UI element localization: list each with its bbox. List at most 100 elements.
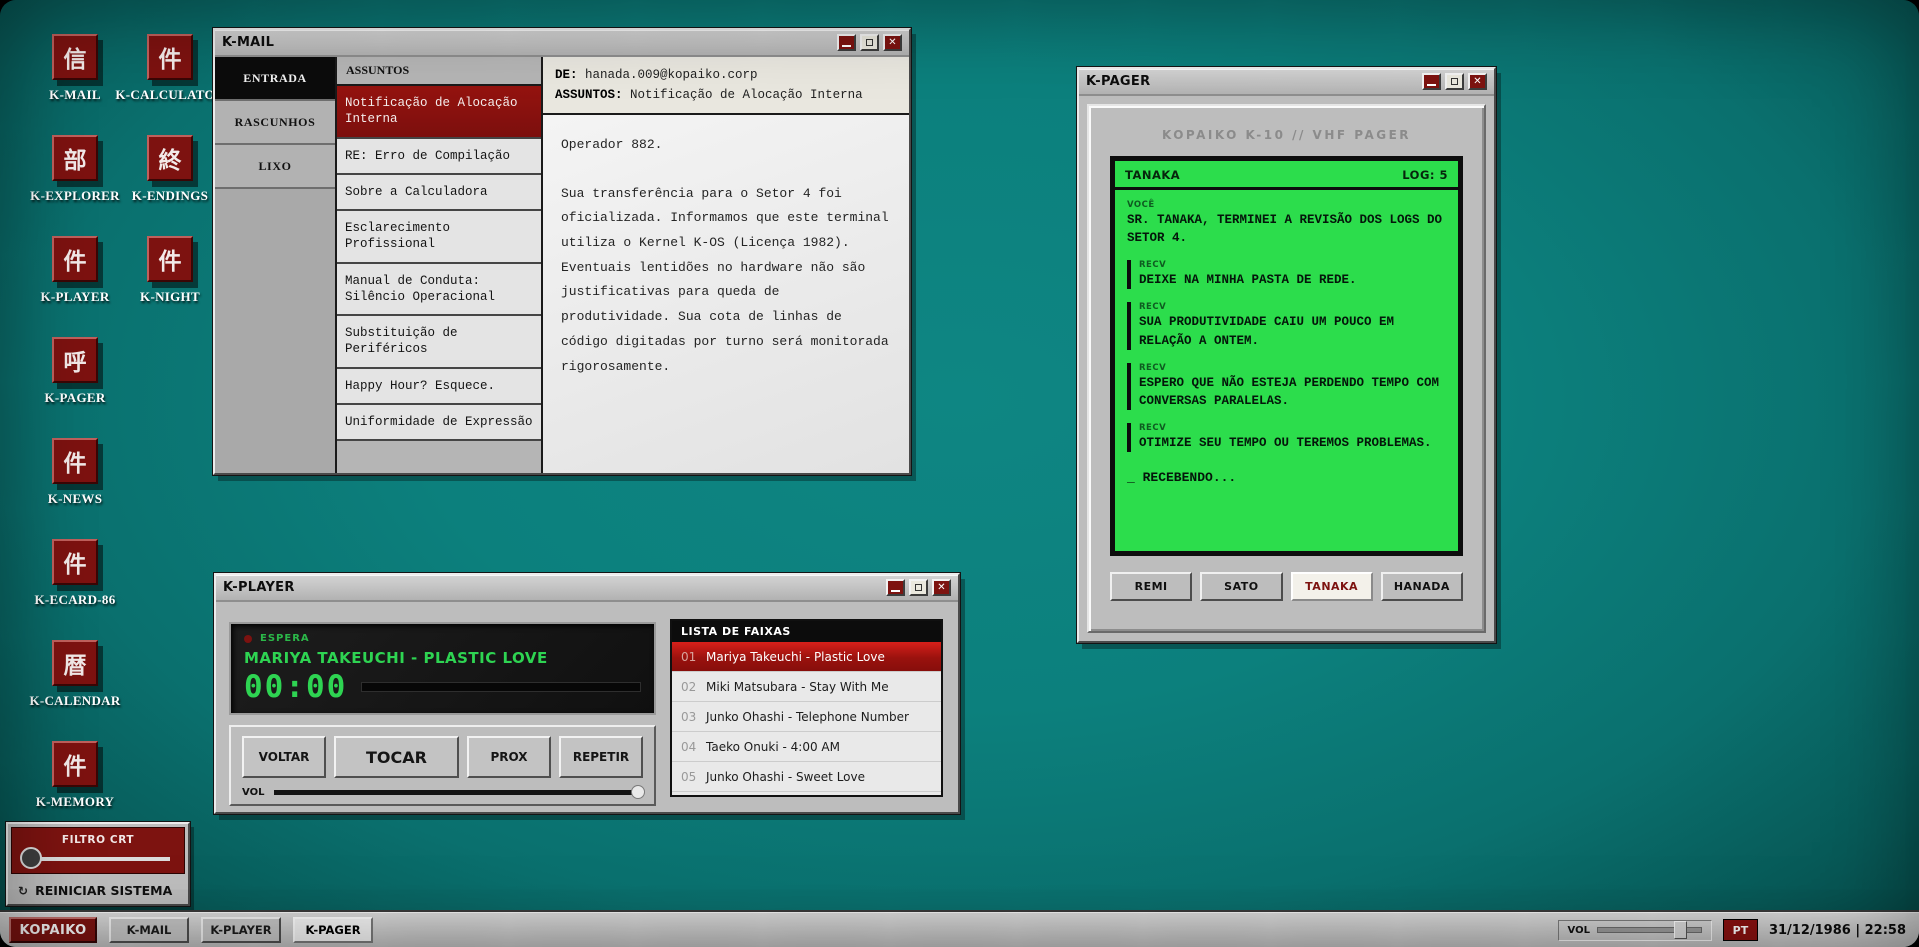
next-button[interactable]: PROX — [467, 736, 551, 778]
desktop-icon-kecard86[interactable]: 件 K-ECARD-86 — [15, 539, 135, 608]
language-badge[interactable]: PT — [1722, 919, 1758, 941]
system-volume-slider[interactable] — [1596, 921, 1702, 939]
play-button[interactable]: TOCAR — [334, 736, 459, 778]
mail-subject-item[interactable]: Manual de Conduta: Silêncio Operacional — [337, 263, 541, 316]
back-button[interactable]: VOLTAR — [242, 736, 326, 778]
contact-button-hanada[interactable]: HANADA — [1380, 572, 1463, 601]
icon-label: K-MEMORY — [35, 794, 115, 809]
kplayer-titlebar[interactable]: K-PLAYER ✕ — [216, 575, 958, 602]
subject-value: Notificação de Alocação Interna — [630, 88, 863, 102]
taskbar-item-kplayer[interactable]: K-PLAYER — [201, 917, 281, 943]
maximize-button[interactable] — [860, 34, 879, 51]
crt-filter-slider[interactable] — [26, 857, 170, 861]
kecard86-app-icon[interactable]: 件 — [52, 539, 98, 585]
close-button[interactable]: ✕ — [883, 34, 902, 51]
icon-label: K-CALENDAR — [29, 693, 121, 708]
contact-button-remi[interactable]: REMI — [1110, 572, 1193, 601]
player-display: ESPERA MARIYA TAKEUCHI - PLASTIC LOVE 00… — [229, 622, 656, 715]
mail-subject-list: ASSUNTOS Notificação de Alocação Interna… — [337, 57, 543, 473]
window-title: K-PLAYER — [223, 580, 295, 595]
volume-slider[interactable] — [274, 785, 645, 799]
desktop-icon-kendings[interactable]: 終 K-ENDINGS — [110, 135, 230, 204]
subject-label: ASSUNTOS: — [555, 88, 623, 102]
minimize-button[interactable] — [837, 34, 856, 51]
mail-subject-item[interactable]: Happy Hour? Esquece. — [337, 368, 541, 405]
volume-slider-handle[interactable] — [631, 785, 645, 799]
knews-app-icon[interactable]: 件 — [52, 438, 98, 484]
crt-filter-slider-handle[interactable] — [20, 847, 42, 869]
progress-bar[interactable] — [361, 682, 641, 692]
desktop-icon-kcalendar[interactable]: 暦 K-CALENDAR — [15, 640, 135, 709]
desktop-icon-knight[interactable]: 件 K-NIGHT — [110, 236, 230, 305]
folder-entrada[interactable]: ENTRADA — [215, 57, 335, 101]
track-number: 05 — [681, 769, 697, 784]
pager-contact-name: TANAKA — [1125, 168, 1181, 182]
kpager-titlebar[interactable]: K-PAGER ✕ — [1079, 69, 1494, 96]
track-row[interactable]: 04 Taeko Onuki - 4:00 AM — [672, 732, 941, 762]
desktop-icon-kcalculator[interactable]: 件 K-CALCULATOR — [110, 34, 230, 103]
track-title: Taeko Onuki - 4:00 AM — [706, 739, 840, 754]
message-text: OTIMIZE SEU TEMPO OU TEREMOS PROBLEMAS. — [1139, 435, 1432, 450]
mail-reading-pane: DE: hanada.009@kopaiko.corp ASSUNTOS: No… — [543, 57, 909, 473]
track-row[interactable]: 01 Mariya Takeuchi - Plastic Love — [672, 642, 941, 672]
kmemory-app-icon[interactable]: 件 — [52, 741, 98, 787]
system-volume-label: VOL — [1567, 924, 1590, 936]
kmail-app-icon[interactable]: 信 — [52, 34, 98, 80]
minimize-button[interactable] — [1422, 73, 1441, 90]
standby-indicator-icon — [244, 634, 252, 643]
mail-subject-item[interactable]: Uniformidade de Expressão — [337, 404, 541, 441]
from-label: DE: — [555, 68, 578, 82]
kexplorer-app-icon[interactable]: 部 — [52, 135, 98, 181]
track-row[interactable]: 03 Junko Ohashi - Telephone Number — [672, 702, 941, 732]
contact-button-tanaka[interactable]: TANAKA — [1290, 572, 1373, 601]
start-button[interactable]: KOPAIKO — [9, 917, 97, 943]
knight-app-icon[interactable]: 件 — [147, 236, 193, 282]
taskbar-item-kpager[interactable]: K-PAGER — [293, 917, 373, 943]
kpager-window: K-PAGER ✕ KOPAIKO K-10 // VHF PAGER TANA… — [1076, 66, 1497, 644]
mail-subject-item[interactable]: Esclarecimento Profissional — [337, 211, 541, 264]
desktop-icon-kpager[interactable]: 呼 K-PAGER — [15, 337, 135, 406]
elapsed-time: 00:00 — [244, 669, 348, 705]
maximize-button[interactable] — [909, 579, 928, 596]
pager-message: RECV DEIXE NA MINHA PASTA DE REDE. — [1127, 260, 1446, 290]
message-sender-tag: RECV — [1139, 302, 1167, 313]
folder-rascunhos[interactable]: RASCUNHOS — [215, 101, 335, 145]
mail-paragraph: Sua transferência para o Setor 4 foi ofi… — [561, 185, 889, 374]
message-sender-tag: RECV — [1139, 422, 1167, 433]
close-button[interactable]: ✕ — [932, 579, 951, 596]
track-row[interactable]: 02 Miki Matsubara - Stay With Me — [672, 672, 941, 702]
system-volume-handle[interactable] — [1674, 921, 1688, 939]
contact-button-sato[interactable]: SATO — [1200, 572, 1283, 601]
restart-label: REINICIAR SISTEMA — [35, 883, 173, 898]
desktop-icon-knews[interactable]: 件 K-NEWS — [15, 438, 135, 507]
kplayer-app-icon[interactable]: 件 — [52, 236, 98, 282]
mail-body: Operador 882. Sua transferência para o S… — [543, 115, 909, 473]
desktop-icon-kmemory[interactable]: 件 K-MEMORY — [15, 741, 135, 810]
close-button[interactable]: ✕ — [1468, 73, 1487, 90]
crt-filter-title: FILTRO CRT — [61, 834, 135, 846]
restart-system-button[interactable]: ↻ REINICIAR SISTEMA — [8, 877, 188, 904]
kcalculator-app-icon[interactable]: 件 — [147, 34, 193, 80]
minimize-button[interactable] — [886, 579, 905, 596]
track-number: 04 — [681, 739, 697, 754]
kmail-titlebar[interactable]: K-MAIL ✕ — [215, 30, 909, 57]
repeat-button[interactable]: REPETIR — [559, 736, 643, 778]
track-number: 01 — [681, 649, 697, 664]
pager-message: RECV ESPERO QUE NÃO ESTEJA PERDENDO TEMP… — [1127, 362, 1446, 410]
maximize-button[interactable] — [1445, 73, 1464, 90]
kendings-app-icon[interactable]: 終 — [147, 135, 193, 181]
track-row[interactable]: 05 Junko Ohashi - Sweet Love — [672, 762, 941, 792]
crt-filter-panel: FILTRO CRT ↻ REINICIAR SISTEMA — [5, 821, 191, 907]
mail-subject-item[interactable]: Substituição de Periféricos — [337, 316, 541, 369]
kcalendar-app-icon[interactable]: 暦 — [52, 640, 98, 686]
pager-receiving-status: _ RECEBENDO... — [1127, 470, 1237, 485]
folder-lixo[interactable]: LIXO — [215, 145, 335, 189]
mail-subject-item[interactable]: Notificação de Alocação Interna — [337, 86, 541, 139]
kpager-app-icon[interactable]: 呼 — [52, 337, 98, 383]
icon-label: K-CALCULATOR — [115, 87, 225, 102]
mail-subject-item[interactable]: Sobre a Calculadora — [337, 174, 541, 211]
pager-message: RECV OTIMIZE SEU TEMPO OU TEREMOS PROBLE… — [1127, 422, 1446, 452]
track-list-header: LISTA DE FAIXAS — [672, 621, 941, 642]
mail-subject-item[interactable]: RE: Erro de Compilação — [337, 138, 541, 175]
taskbar-item-kmail[interactable]: K-MAIL — [109, 917, 189, 943]
